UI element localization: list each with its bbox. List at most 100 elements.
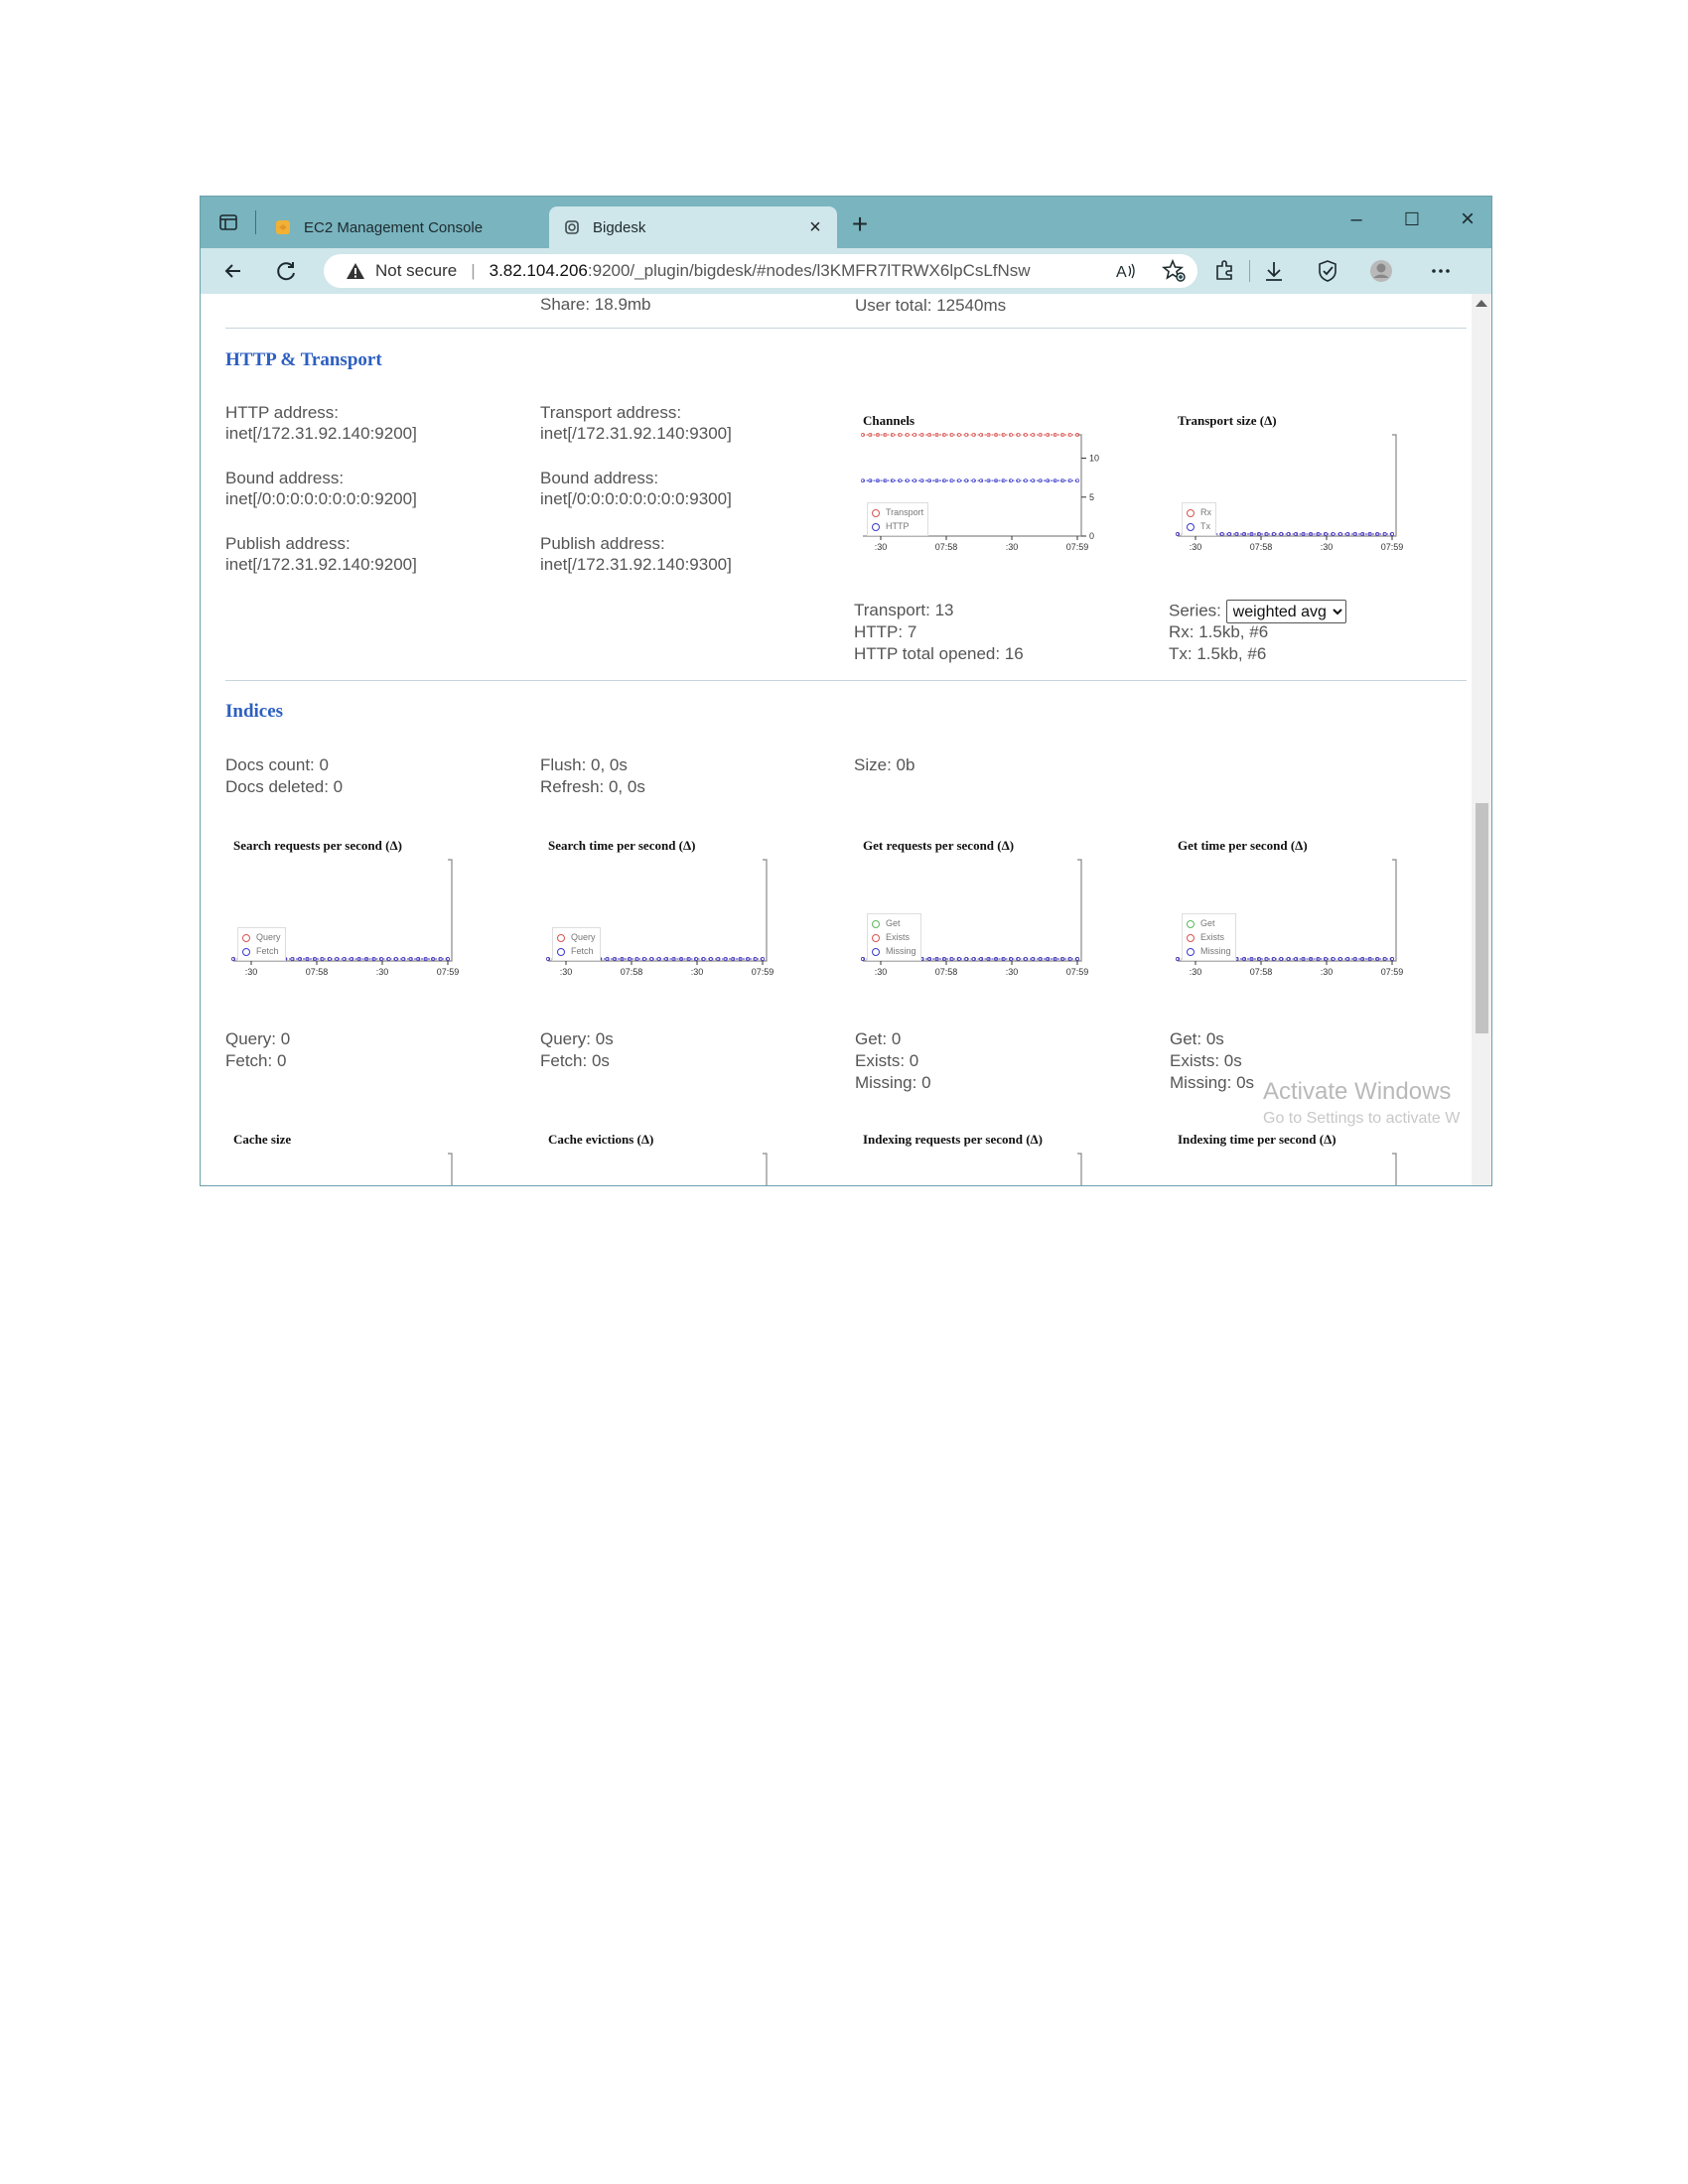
scroll-up-arrow-icon[interactable] (1476, 300, 1487, 307)
page-content: Share: 18.9mb User total: 12540ms HTTP &… (201, 294, 1472, 1185)
tab-actions-icon[interactable] (218, 212, 238, 232)
profile-avatar-icon[interactable] (1368, 258, 1394, 284)
x-tick-label: 07:59 (1066, 542, 1089, 552)
more-options-icon[interactable] (1428, 258, 1454, 284)
legend-item: Get (872, 916, 916, 930)
chart-plot: :30 07:58:30 07:59 (546, 859, 774, 977)
docs-count: Docs count: 0 (225, 755, 329, 774)
chart-legend: Get Exists Missing (867, 913, 921, 961)
scroll-thumb[interactable] (1476, 803, 1488, 1033)
x-tick-label: :30 (376, 967, 389, 977)
x-tick-label: :30 (875, 967, 888, 977)
transport-address-value: inet[/172.31.92.140:9300] (540, 424, 732, 443)
legend-label: Fetch (256, 946, 279, 956)
x-tick-label: 07:59 (1381, 542, 1404, 552)
svg-text:A: A (1116, 264, 1127, 281)
section-divider (225, 328, 1467, 329)
cache-evictions-chart: Cache evictions (Δ) (540, 1132, 778, 1185)
chart-axis (1077, 1153, 1082, 1185)
x-tick-label: :30 (691, 967, 704, 977)
read-aloud-icon[interactable]: A (1112, 258, 1138, 284)
legend-label: Query (571, 932, 596, 942)
toolbar-divider (1249, 260, 1250, 282)
search-query-count: Query: 0 (225, 1029, 291, 1048)
legend-item: HTTP (872, 519, 923, 533)
legend-marker-icon (1187, 947, 1195, 956)
tab-bigdesk[interactable]: Bigdesk × (549, 206, 837, 248)
x-tick-label: :30 (1006, 967, 1019, 977)
favorites-star-icon[interactable] (1162, 258, 1188, 284)
legend-item: Fetch (242, 944, 281, 958)
search-fetch-time: Fetch: 0s (540, 1051, 610, 1070)
url-divider: | (471, 261, 476, 280)
legend-item: Transport (872, 505, 923, 519)
legend-marker-icon (1187, 919, 1195, 928)
share-memory: Share: 18.9mb (540, 295, 651, 314)
transport-address-label: Transport address: (540, 403, 682, 422)
legend-item: Fetch (557, 944, 596, 958)
legend-label: Transport (886, 507, 924, 517)
legend-item: Query (242, 930, 281, 944)
url-field[interactable]: Not secure | 3.82.104.206 :9200/_plugin/… (324, 254, 1197, 288)
x-tick-label: 07:59 (1381, 967, 1404, 977)
series-select[interactable]: weighted avg (1225, 600, 1346, 623)
tab-close-icon[interactable]: × (803, 216, 827, 239)
search-fetch-count: Fetch: 0 (225, 1051, 287, 1070)
search-requests-chart: Search requests per second (Δ):30 07:58:3… (225, 838, 464, 987)
back-arrow-icon[interactable] (220, 258, 246, 284)
docs-deleted: Docs deleted: 0 (225, 777, 344, 796)
legend-label: Missing (1200, 946, 1231, 956)
transport-bound-value: inet[/0:0:0:0:0:0:0:0:9300] (540, 489, 732, 508)
vertical-scrollbar[interactable] (1472, 294, 1491, 1185)
series-control: Series: weighted avg (1169, 600, 1346, 623)
downloads-icon[interactable] (1261, 258, 1287, 284)
missing-count: Missing: 0 (855, 1073, 931, 1092)
channels-http-stat: HTTP: 7 (854, 622, 917, 641)
exists-time: Exists: 0s (1170, 1051, 1242, 1070)
maximize-button[interactable]: ☐ (1384, 205, 1440, 234)
tab-separator (255, 210, 256, 234)
close-window-button[interactable]: × (1440, 205, 1491, 234)
legend-label: Exists (1200, 932, 1225, 942)
series-label: Series: (1169, 601, 1221, 620)
warning-icon[interactable] (346, 262, 365, 280)
section-divider (225, 680, 1467, 681)
section-title-http-transport: HTTP & Transport (225, 349, 382, 370)
transport-publish-label: Publish address: (540, 534, 665, 553)
flush-stat: Flush: 0, 0s (540, 755, 628, 774)
y-tick-label: 5 (1089, 492, 1094, 502)
tab-bar: EC2 Management Console × Bigdesk × + – ☐… (201, 197, 1491, 248)
chart-legend: Transport HTTP (867, 502, 929, 536)
legend-label: Missing (886, 946, 916, 956)
legend-label: Exists (886, 932, 911, 942)
indexing-requests-chart: Indexing requests per second (Δ) (855, 1132, 1093, 1185)
legend-label: Get (886, 918, 901, 928)
legend-marker-icon (557, 933, 565, 942)
legend-item: Exists (1187, 930, 1231, 944)
minimize-button[interactable]: – (1329, 205, 1384, 234)
exists-count: Exists: 0 (855, 1051, 919, 1070)
chart-plot: :30 07:58:30 07:59 (1176, 859, 1404, 977)
x-tick-label: 07:58 (1250, 967, 1273, 977)
browser-essentials-icon[interactable] (1315, 258, 1340, 284)
chart-axis (1392, 1153, 1397, 1185)
legend-item: Rx (1187, 505, 1211, 519)
new-tab-button[interactable]: + (846, 208, 874, 240)
legend-marker-icon (1187, 508, 1195, 517)
refresh-icon[interactable] (274, 258, 300, 284)
legend-label: Tx (1200, 521, 1210, 531)
section-title-indices: Indices (225, 701, 284, 722)
x-tick-label: 07:58 (935, 967, 958, 977)
chart-plot (763, 1153, 768, 1185)
chart-legend: Rx Tx (1182, 502, 1216, 536)
x-tick-label: :30 (1190, 542, 1202, 552)
chart-legend: Query Fetch (237, 927, 286, 961)
legend-marker-icon (872, 919, 880, 928)
get-time-chart: Get time per second (Δ):30 07:58:30 07:59 G… (1170, 838, 1408, 987)
indexing-time-chart: Indexing time per second (Δ) (1170, 1132, 1408, 1185)
transport-publish-value: inet[/172.31.92.140:9300] (540, 555, 732, 574)
legend-item: Missing (872, 944, 916, 958)
chart-plot: :30 07:58:30 07:59 (1176, 434, 1404, 552)
extensions-icon[interactable] (1211, 258, 1237, 284)
not-secure-label[interactable]: Not secure (375, 261, 457, 281)
